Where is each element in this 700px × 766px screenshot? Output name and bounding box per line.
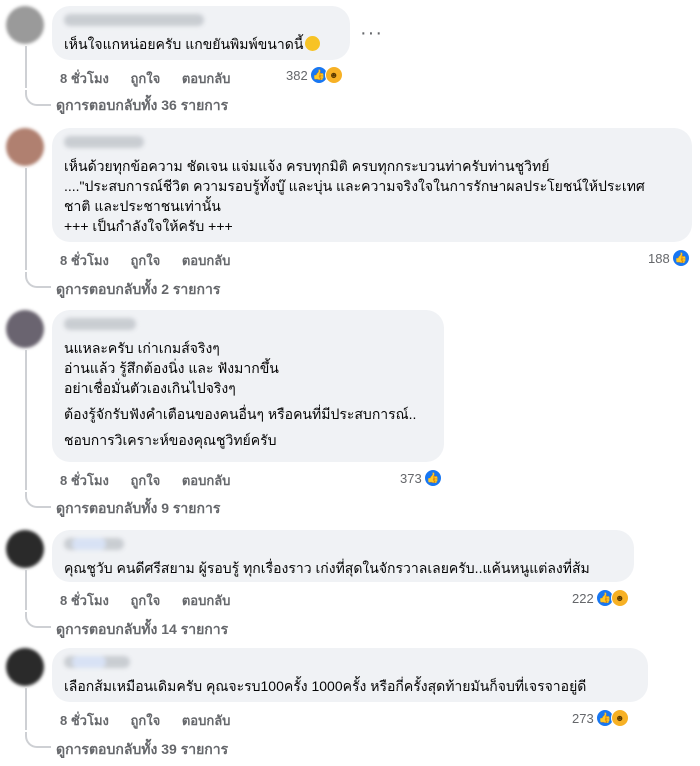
comment-text-line: นแหละครับ เก่าเกมส์จริงๆ (64, 340, 220, 356)
author-name-blurred[interactable] (64, 14, 204, 26)
thread-curve (25, 732, 51, 748)
avatar[interactable] (6, 648, 44, 686)
thread-line (25, 46, 27, 88)
comment-text-line: อย่าเชื่อมั่นตัวเองเกินไปจริงๆ (64, 380, 236, 396)
reply-link[interactable]: ตอบกลับ (182, 253, 231, 268)
timestamp[interactable]: 8 ชั่วโมง (60, 71, 109, 86)
thread-curve (25, 612, 51, 628)
comment-actions: 8 ชั่วโมง ถูกใจ ตอบกลับ (60, 710, 248, 731)
comment-text-line: เห็นด้วยทุกข้อความ ชัดเจน แจ่มแจ้ง ครบทุ… (64, 158, 550, 174)
comment-bubble: คุณชูวับ คนดีศรีสยาม ผู้รอบรู้ ทุกเรื่อง… (52, 530, 634, 582)
reaction-count: 188 (648, 250, 670, 266)
comment-text-line: ชอบการวิเคราะห์ของคุณชูวิทย์ครับ (64, 432, 277, 448)
comment-actions: 8 ชั่วโมง ถูกใจ ตอบกลับ (60, 470, 248, 491)
reaction-summary[interactable]: 373 👍 (400, 469, 442, 487)
like-icon: 👍 (671, 249, 690, 267)
reply-link[interactable]: ตอบกลับ (182, 71, 231, 86)
haha-icon: ☻ (324, 66, 343, 84)
like-link[interactable]: ถูกใจ (131, 713, 161, 728)
comment-text-line: เลือกส้มเหมือนเดิมครับ คุณจะรบ100ครั้ง 1… (64, 678, 587, 694)
timestamp[interactable]: 8 ชั่วโมง (60, 253, 109, 268)
comment-bubble: เห็นใจแกหน่อยครับ แกขยันพิมพ์ขนาดนี้ (52, 6, 350, 60)
timestamp[interactable]: 8 ชั่วโมง (60, 593, 109, 608)
thread-curve (25, 272, 51, 288)
comment-bubble: นแหละครับ เก่าเกมส์จริงๆ อ่านแล้ว รู้สึก… (52, 310, 444, 462)
author-name-blurred[interactable] (64, 656, 130, 668)
reaction-count: 382 (286, 67, 308, 83)
comment-text-line: อ่านแล้ว รู้สึกต้องนิ่ง และ ฟังมากขึ้น (64, 360, 279, 376)
author-name-blurred[interactable] (64, 318, 136, 330)
comment-actions: 8 ชั่วโมง ถูกใจ ตอบกลับ (60, 250, 248, 271)
avatar[interactable] (6, 530, 44, 568)
avatar[interactable] (6, 128, 44, 166)
reaction-summary[interactable]: 382 👍 ☻ (286, 66, 343, 84)
view-replies-link[interactable]: ดูการตอบกลับทั้ง 36 รายการ (56, 95, 228, 117)
like-link[interactable]: ถูกใจ (131, 473, 161, 488)
thread-line (25, 168, 27, 270)
view-replies-link[interactable]: ดูการตอบกลับทั้ง 9 รายการ (56, 498, 220, 520)
avatar[interactable] (6, 310, 44, 348)
thread-line (25, 688, 27, 730)
comment-bubble: เห็นด้วยทุกข้อความ ชัดเจน แจ่มแจ้ง ครบทุ… (52, 128, 692, 242)
timestamp[interactable]: 8 ชั่วโมง (60, 713, 109, 728)
reply-link[interactable]: ตอบกลับ (182, 593, 231, 608)
thread-line (25, 350, 27, 490)
comment-text-line: ต้องรู้จักรับฟังคำเตือนของคนอื่นๆ หรือคน… (64, 406, 417, 422)
reaction-summary[interactable]: 222 👍 ☻ (572, 589, 629, 607)
like-link[interactable]: ถูกใจ (131, 71, 161, 86)
reaction-count: 373 (400, 470, 422, 486)
grinning-sweat-emoji-icon (305, 36, 321, 51)
timestamp[interactable]: 8 ชั่วโมง (60, 473, 109, 488)
author-name-blurred[interactable] (64, 538, 124, 550)
comment-actions: 8 ชั่วโมง ถูกใจ ตอบกลับ (60, 590, 248, 611)
like-link[interactable]: ถูกใจ (131, 253, 161, 268)
haha-icon: ☻ (610, 709, 629, 727)
reaction-summary[interactable]: 273 👍 ☻ (572, 709, 629, 727)
reaction-count: 222 (572, 590, 594, 606)
reaction-summary[interactable]: 188 👍 (648, 249, 690, 267)
thread-curve (25, 492, 51, 508)
author-name-blurred[interactable] (64, 136, 144, 148)
thread-line (25, 570, 27, 610)
more-options-icon[interactable]: ··· (360, 22, 383, 45)
comment-text-line: +++ เป็นกำลังใจให้ครับ +++ (64, 218, 233, 234)
avatar[interactable] (6, 6, 44, 44)
comment-bubble: เลือกส้มเหมือนเดิมครับ คุณจะรบ100ครั้ง 1… (52, 648, 648, 702)
comment-text: เห็นใจแกหน่อยครับ แกขยันพิมพ์ขนาดนี้ (64, 36, 304, 52)
view-replies-link[interactable]: ดูการตอบกลับทั้ง 39 รายการ (56, 739, 228, 761)
haha-icon: ☻ (610, 589, 629, 607)
thread-curve (25, 90, 51, 106)
comment-text-line: คุณชูวับ คนดีศรีสยาม ผู้รอบรู้ ทุกเรื่อง… (64, 560, 590, 576)
view-replies-link[interactable]: ดูการตอบกลับทั้ง 2 รายการ (56, 279, 220, 301)
like-link[interactable]: ถูกใจ (131, 593, 161, 608)
comment-text-line: ...."ประสบการณ์ชีวิต ความรอบรู้ทั้งบู๊ แ… (64, 178, 645, 194)
reply-link[interactable]: ตอบกลับ (182, 473, 231, 488)
reply-link[interactable]: ตอบกลับ (182, 713, 231, 728)
view-replies-link[interactable]: ดูการตอบกลับทั้ง 14 รายการ (56, 619, 228, 641)
reaction-count: 273 (572, 710, 594, 726)
comment-text-line: ชาติ และประชาชนเท่านั้น (64, 198, 221, 214)
like-icon: 👍 (423, 469, 442, 487)
comment-actions: 8 ชั่วโมง ถูกใจ ตอบกลับ (60, 68, 248, 89)
